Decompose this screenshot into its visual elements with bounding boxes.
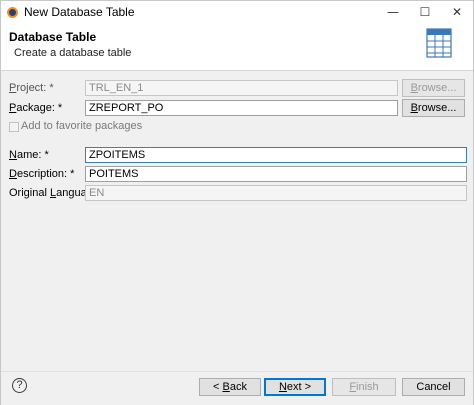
project-field: TRL_EN_1 (85, 80, 398, 96)
minimize-icon[interactable]: — (377, 1, 409, 23)
wizard-banner: Database Table Create a database table (1, 23, 473, 71)
title-bar[interactable]: New Database Table — ☐ ✕ (1, 1, 473, 23)
cancel-button[interactable]: Cancel (402, 378, 465, 396)
favorite-checkbox (9, 122, 19, 132)
button-bar: ? < Back Next > Finish Cancel (1, 371, 473, 405)
package-browse-button[interactable]: Browse... (402, 99, 465, 117)
finish-button: Finish (332, 378, 396, 396)
eclipse-app-icon (7, 7, 18, 18)
project-browse-button: Browse... (402, 79, 465, 97)
window-title: New Database Table (24, 5, 135, 19)
package-label: Package: * (9, 102, 63, 114)
banner-title: Database Table (9, 30, 97, 44)
maximize-icon[interactable]: ☐ (409, 1, 441, 23)
banner-subtitle: Create a database table (14, 47, 132, 59)
project-label: Project: * (9, 82, 54, 94)
package-field[interactable]: ZREPORT_PO (85, 100, 398, 116)
favorite-checkbox-label: Add to favorite packages (21, 120, 143, 132)
project-label-text: roject: * (16, 82, 54, 94)
next-button[interactable]: Next > (264, 378, 326, 396)
close-icon[interactable]: ✕ (441, 1, 473, 23)
help-icon[interactable]: ? (12, 378, 27, 393)
new-database-table-dialog: New Database Table — ☐ ✕ Database Table … (0, 0, 474, 405)
wizard-form: Project: * TRL_EN_1 Browse... Package: *… (1, 71, 473, 371)
name-label: Name: * (9, 149, 49, 161)
back-button[interactable]: < Back (199, 378, 261, 396)
description-field[interactable]: POITEMS (85, 166, 467, 182)
table-icon (426, 28, 452, 58)
description-label: Description: * (9, 168, 75, 180)
original-language-field: EN (85, 185, 467, 201)
name-field[interactable]: ZPOITEMS (85, 147, 467, 163)
